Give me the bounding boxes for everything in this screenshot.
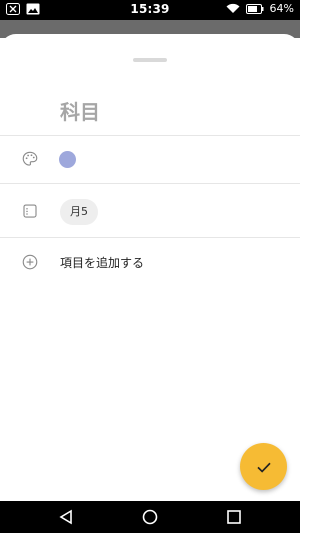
battery-percent: 64% <box>269 2 294 15</box>
add-circle-icon[interactable] <box>21 253 39 271</box>
bottom-sheet: 月5 項目を追加する <box>0 34 300 501</box>
add-item-label[interactable]: 項目を追加する <box>60 254 144 271</box>
navigation-bar <box>0 501 300 533</box>
wifi-icon <box>226 3 240 14</box>
recents-icon[interactable] <box>226 509 242 525</box>
color-picker-dot[interactable] <box>59 151 76 168</box>
drag-handle[interactable] <box>133 58 167 62</box>
subject-title-input[interactable] <box>60 98 260 126</box>
check-icon <box>256 462 271 473</box>
save-fab-button[interactable] <box>240 443 287 490</box>
schedule-icon <box>23 204 37 218</box>
status-bar: 15:39 64% <box>0 0 300 20</box>
home-icon[interactable] <box>142 509 158 525</box>
divider <box>0 237 300 238</box>
status-right: 64% <box>226 2 294 15</box>
divider <box>0 135 300 136</box>
palette-icon <box>22 151 38 166</box>
battery-icon <box>245 3 264 14</box>
day-period-chip[interactable]: 月5 <box>60 199 98 225</box>
divider <box>0 183 300 184</box>
back-icon[interactable] <box>58 509 74 525</box>
